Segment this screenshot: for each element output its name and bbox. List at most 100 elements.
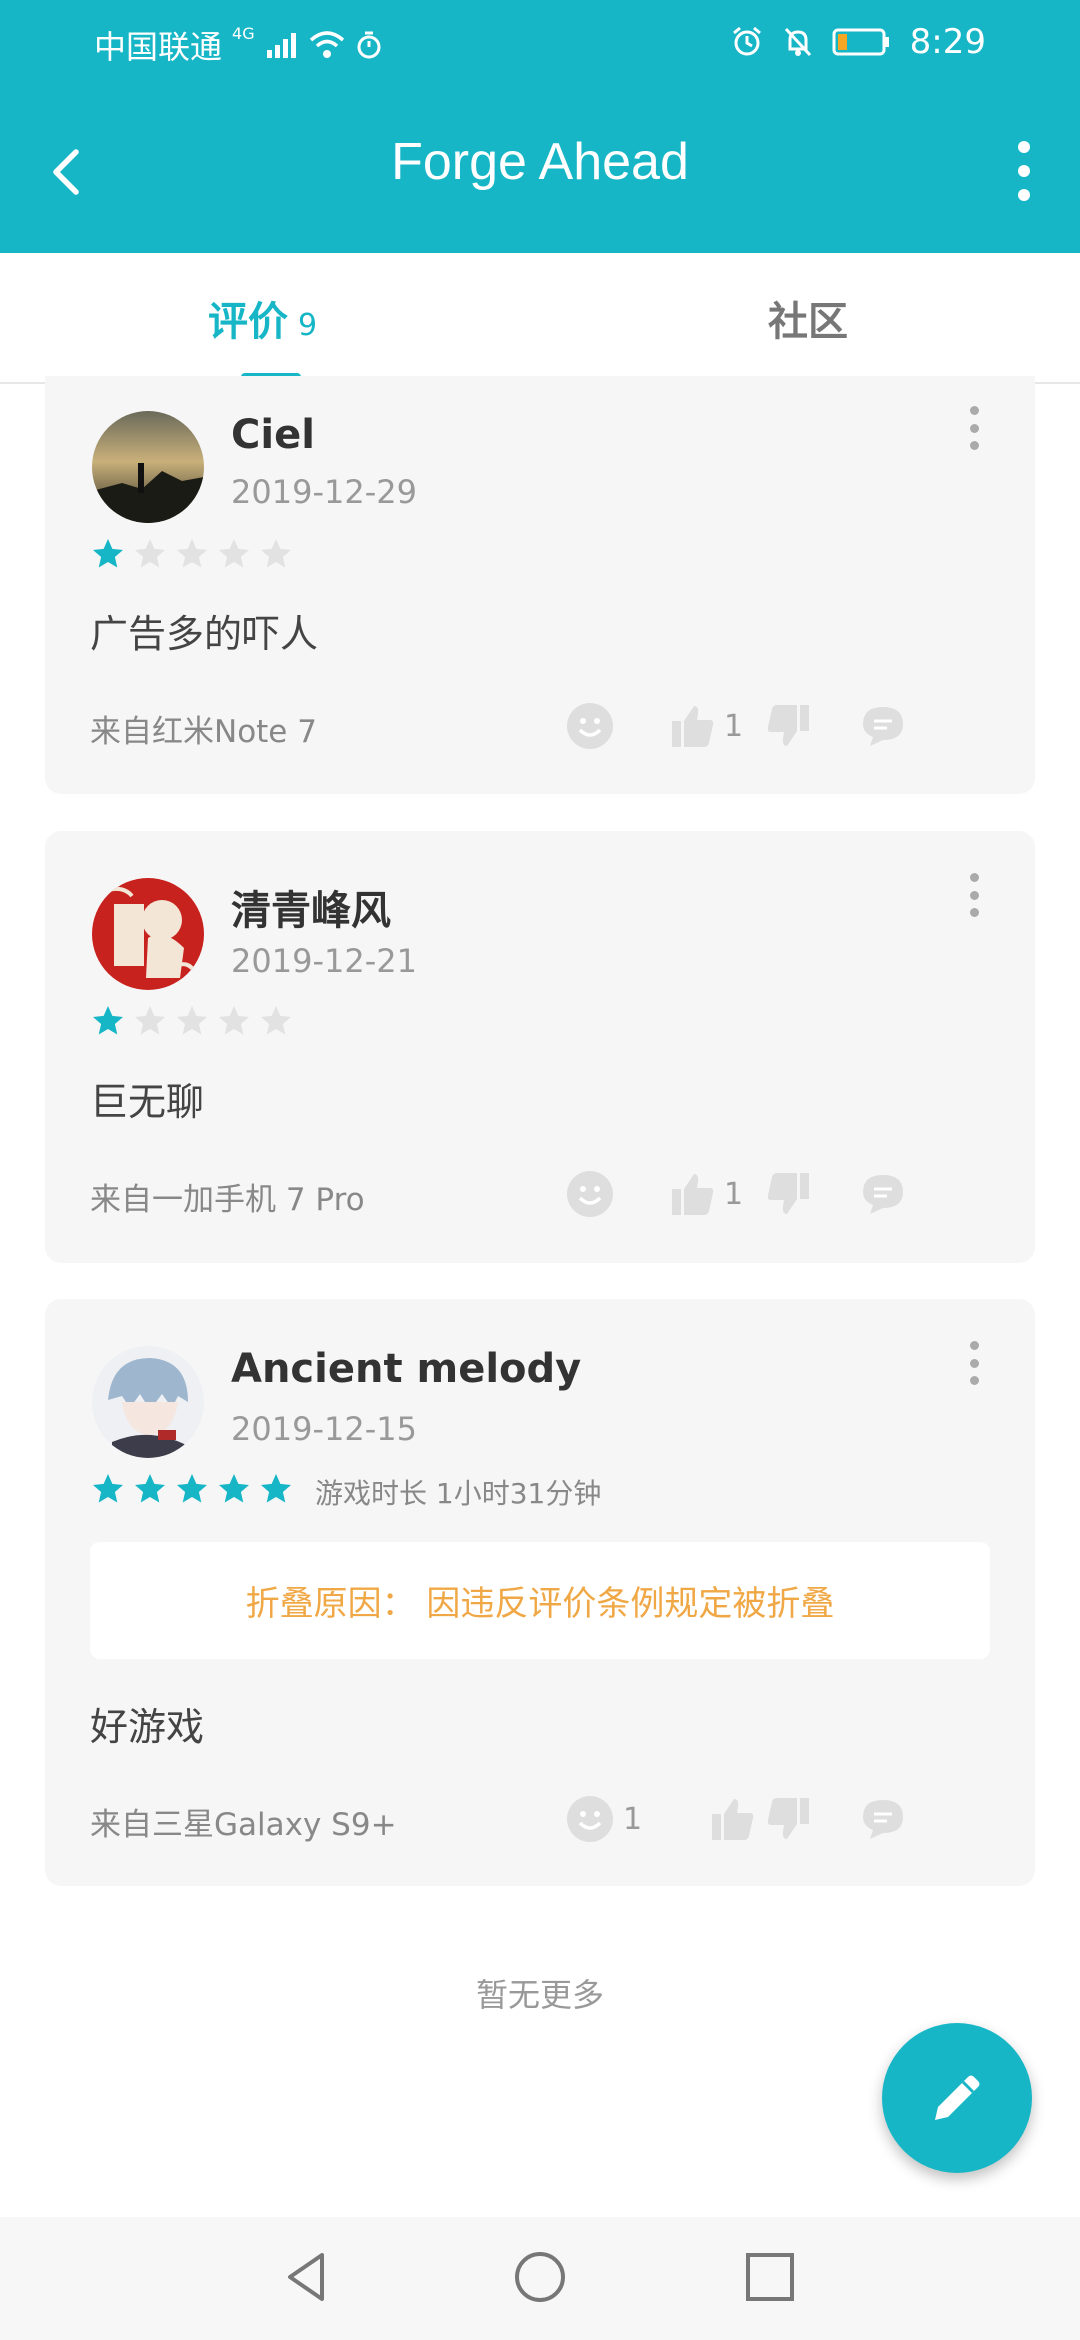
timer-icon — [357, 31, 381, 59]
star-icon — [261, 1474, 291, 1503]
top-bar: 中国联通 4G 8:29 Forge Ahead — [0, 0, 1080, 253]
network-type: 4G — [232, 23, 255, 43]
reviewer-name[interactable]: Ancient melody — [231, 1346, 581, 1392]
review-device: 来自一加手机 7 Pro — [90, 1182, 365, 1218]
more-options-button[interactable] — [1004, 136, 1044, 206]
avatar[interactable] — [92, 1346, 204, 1458]
star-icon — [93, 539, 123, 568]
avatar[interactable] — [92, 878, 204, 990]
review-card: Ancient melody 2019-12-15 游戏时长 1小时31分钟 折… — [45, 1299, 1035, 1886]
dislike-button[interactable] — [765, 696, 811, 756]
nav-recents-icon[interactable] — [740, 2247, 800, 2307]
like-count: 1 — [724, 708, 744, 744]
star-icon — [177, 1474, 207, 1503]
fold-notice[interactable]: 折叠原因： 因违反评价条例规定被折叠 — [90, 1542, 990, 1659]
nav-home-icon[interactable] — [510, 2247, 570, 2307]
like-button[interactable]: 1 — [670, 696, 743, 756]
page-title: Forge Ahead — [391, 133, 689, 191]
alarm-icon — [732, 26, 761, 56]
comment-button[interactable] — [860, 1164, 906, 1224]
review-card: 清青峰风 2019-12-21 巨无聊 来自一加手机 7 Pro 1 — [45, 831, 1035, 1263]
smiley-icon — [567, 703, 613, 749]
funny-button[interactable] — [565, 1164, 615, 1224]
status-bar: 中国联通 4G 8:29 — [0, 0, 1080, 86]
carrier-label: 中国联通 — [94, 28, 223, 66]
review-actions: 1 — [565, 1164, 995, 1224]
review-text[interactable]: 广告多的吓人 — [90, 603, 318, 658]
comment-icon — [863, 1175, 903, 1214]
review-date: 2019-12-21 — [231, 942, 417, 980]
tab-reviews-label: 评价 — [208, 299, 288, 345]
battery-icon — [832, 28, 889, 56]
write-review-button[interactable] — [882, 2023, 1032, 2173]
review-actions: 1 — [565, 1789, 995, 1849]
tab-community-label: 社区 — [768, 299, 848, 345]
system-nav-bar — [0, 2217, 1080, 2340]
review-actions: 1 — [565, 696, 995, 756]
star-icon — [135, 1474, 165, 1503]
thumbs-up-icon — [672, 1174, 714, 1215]
review-card: Ciel 2019-12-29 广告多的吓人 来自红米Note 7 1 — [45, 376, 1035, 794]
review-date: 2019-12-29 — [231, 473, 417, 511]
star-rating — [90, 1471, 294, 1507]
tab-reviews-count: 9 — [298, 308, 318, 343]
clock: 8:29 — [909, 22, 986, 62]
more-dot-icon — [969, 1341, 979, 1350]
thumbs-up-icon — [672, 706, 714, 747]
smiley-icon — [567, 1171, 613, 1217]
like-count: 1 — [724, 1176, 744, 1212]
thumbs-down-icon — [767, 705, 809, 746]
reviewer-name[interactable]: 清青峰风 — [231, 878, 391, 936]
more-dot-icon — [1018, 165, 1030, 177]
star-icon — [135, 1006, 165, 1035]
like-button[interactable]: 1 — [670, 1164, 743, 1224]
mute-bell-icon — [784, 27, 811, 57]
avatar[interactable] — [92, 411, 204, 523]
comment-button[interactable] — [860, 1789, 906, 1849]
like-button[interactable] — [710, 1789, 756, 1849]
review-more-button[interactable] — [968, 873, 980, 917]
star-icon — [135, 539, 165, 568]
signal-icon — [266, 33, 296, 58]
funny-button[interactable] — [565, 696, 615, 756]
star-icon — [177, 1006, 207, 1035]
star-icon — [93, 1006, 123, 1035]
comment-button[interactable] — [860, 696, 906, 756]
star-icon — [177, 539, 207, 568]
tab-community[interactable]: 社区 — [768, 289, 848, 347]
reviewer-name[interactable]: Ciel — [231, 412, 315, 458]
star-icon — [261, 1006, 291, 1035]
star-rating — [90, 1003, 294, 1039]
more-dot-icon — [969, 406, 979, 415]
dislike-button[interactable] — [765, 1789, 811, 1849]
star-icon — [219, 539, 249, 568]
more-dot-icon — [969, 890, 979, 900]
star-icon — [219, 1006, 249, 1035]
more-dot-icon — [1018, 189, 1030, 201]
review-device: 来自三星Galaxy S9+ — [90, 1807, 397, 1843]
more-dot-icon — [969, 423, 979, 433]
tab-bar: 评价 9 社区 — [0, 253, 1080, 384]
review-device: 来自红米Note 7 — [90, 714, 317, 750]
more-dot-icon — [969, 908, 979, 917]
more-dot-icon — [969, 873, 979, 882]
star-icon — [261, 539, 291, 568]
star-rating — [90, 536, 294, 572]
review-text[interactable]: 好游戏 — [90, 1696, 204, 1751]
review-date: 2019-12-15 — [231, 1410, 417, 1448]
more-dot-icon — [969, 1376, 979, 1385]
review-more-button[interactable] — [968, 1341, 980, 1385]
tab-reviews[interactable]: 评价 9 — [208, 289, 317, 347]
thumbs-up-icon — [712, 1799, 754, 1840]
nav-back-icon[interactable] — [278, 2247, 338, 2307]
thumbs-down-icon — [767, 1798, 809, 1839]
dislike-button[interactable] — [765, 1164, 811, 1224]
review-more-button[interactable] — [968, 406, 980, 450]
thumbs-down-icon — [767, 1173, 809, 1214]
more-dot-icon — [1018, 141, 1030, 153]
funny-button[interactable]: 1 — [565, 1789, 642, 1849]
app-bar: Forge Ahead — [0, 86, 1080, 253]
review-text[interactable]: 巨无聊 — [90, 1071, 204, 1126]
star-icon — [219, 1474, 249, 1503]
wifi-icon — [309, 31, 344, 58]
